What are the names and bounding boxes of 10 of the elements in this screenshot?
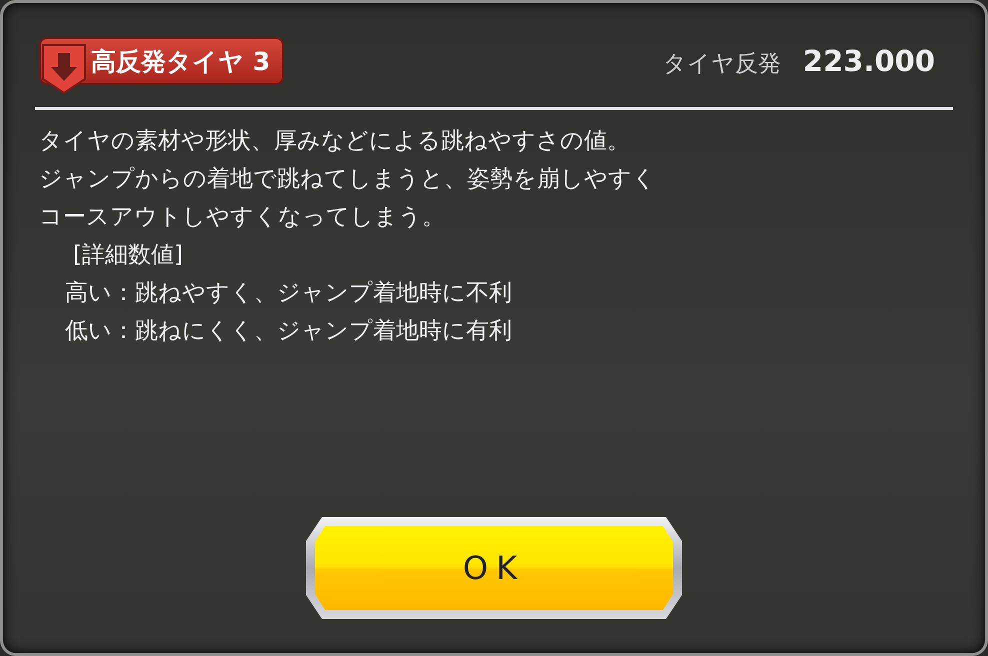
description-line: タイヤの素材や形状、厚みなどによる跳ねやすさの値。 (39, 127, 631, 156)
badge-title: 高反発タイヤ 3 (91, 46, 270, 78)
detail-line: 低い：跳ねにくく、ジャンプ着地時に有利 (64, 317, 513, 346)
stat-label: タイヤ反発 (662, 50, 781, 78)
description-line: ジャンプからの着地で跳ねてしまうと、姿勢を崩しやすく (39, 165, 657, 194)
description-line: コースアウトしやすくなってしまう。 (39, 203, 446, 232)
stat-value: 223.000 (802, 44, 935, 78)
ok-button[interactable]: OK (306, 517, 682, 619)
details-heading: [詳細数値] (72, 241, 184, 270)
detail-line: 高い：跳ねやすく、ジャンプ着地時に不利 (64, 279, 513, 308)
